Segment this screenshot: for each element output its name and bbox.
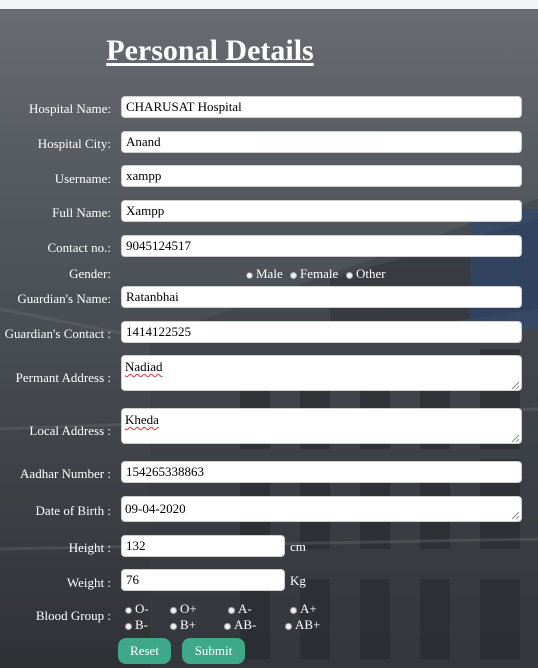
- radio-circle-icon: [170, 606, 177, 614]
- blood-ab-pos-radio[interactable]: AB+: [285, 617, 320, 633]
- resize-grip-icon[interactable]: [510, 380, 520, 390]
- blood-b-neg-radio[interactable]: B-: [125, 617, 148, 633]
- blood-ab-neg-radio[interactable]: AB-: [224, 617, 256, 633]
- full-name-input[interactable]: Xampp: [121, 200, 522, 222]
- radio-circle-icon: [125, 606, 132, 614]
- permanent-address-label: Permant Address :: [15, 370, 111, 385]
- local-address-label: Local Address :: [29, 423, 111, 438]
- radio-circle-icon: [224, 622, 231, 630]
- contact-label: Contact no.:: [47, 240, 111, 255]
- radio-circle-icon: [285, 622, 292, 630]
- full-name-label: Full Name:: [52, 205, 111, 220]
- browser-top-strip: [0, 0, 538, 9]
- permanent-address-textarea[interactable]: [121, 355, 522, 391]
- guardian-contact-label: Guardian's Contact :: [4, 326, 111, 341]
- weight-unit: Kg: [290, 573, 306, 588]
- gender-male-radio[interactable]: Male: [246, 266, 283, 282]
- blood-o-pos-radio[interactable]: O+: [170, 601, 197, 617]
- guardian-contact-input[interactable]: 1414122525: [121, 321, 522, 343]
- hospital-city-label: Hospital City:: [37, 136, 111, 151]
- gender-female-radio[interactable]: Female: [290, 266, 338, 282]
- weight-label: Weight :: [66, 575, 111, 590]
- username-label: Username:: [54, 171, 111, 186]
- dob-label: Date of Birth :: [35, 503, 111, 518]
- contact-input[interactable]: 9045124517: [121, 235, 522, 257]
- height-input[interactable]: 132: [121, 535, 285, 557]
- guardian-name-input[interactable]: Ratanbhai: [121, 286, 522, 308]
- local-address-textarea[interactable]: [121, 408, 522, 444]
- submit-button[interactable]: Submit: [182, 638, 245, 664]
- height-unit: cm: [290, 539, 306, 554]
- height-label: Height :: [68, 540, 111, 555]
- aadhar-label: Aadhar Number :: [20, 466, 111, 481]
- blood-group-label: Blood Group :: [35, 608, 111, 623]
- gender-other-radio[interactable]: Other: [346, 266, 386, 282]
- aadhar-input[interactable]: 154265338863: [121, 461, 522, 483]
- radio-circle-icon: [246, 271, 253, 279]
- blood-b-pos-radio[interactable]: B+: [170, 617, 196, 633]
- weight-input[interactable]: 76: [121, 569, 285, 591]
- dob-value: 09-04-2020: [125, 501, 186, 516]
- radio-circle-icon: [346, 271, 353, 279]
- radio-circle-icon: [125, 622, 132, 630]
- blood-o-neg-radio[interactable]: O-: [125, 601, 149, 617]
- permanent-address-value: Nadiad: [125, 359, 163, 374]
- radio-circle-icon: [290, 271, 297, 279]
- gender-label: Gender:: [69, 266, 111, 281]
- radio-circle-icon: [228, 606, 235, 614]
- username-input[interactable]: xampp: [121, 165, 522, 187]
- hospital-name-input[interactable]: CHARUSAT Hospital: [121, 96, 522, 118]
- hospital-city-input[interactable]: Anand: [121, 131, 522, 153]
- page-title: Personal Details: [106, 34, 314, 67]
- local-address-value: Kheda: [125, 412, 159, 427]
- radio-circle-icon: [290, 606, 297, 614]
- guardian-name-label: Guardian's Name:: [17, 291, 111, 306]
- resize-grip-icon[interactable]: [510, 510, 520, 520]
- blood-a-neg-radio[interactable]: A-: [228, 601, 252, 617]
- radio-circle-icon: [170, 622, 177, 630]
- blood-a-pos-radio[interactable]: A+: [290, 601, 317, 617]
- resize-grip-icon[interactable]: [510, 433, 520, 443]
- reset-button[interactable]: Reset: [118, 638, 171, 664]
- hospital-name-label: Hospital Name:: [29, 101, 111, 116]
